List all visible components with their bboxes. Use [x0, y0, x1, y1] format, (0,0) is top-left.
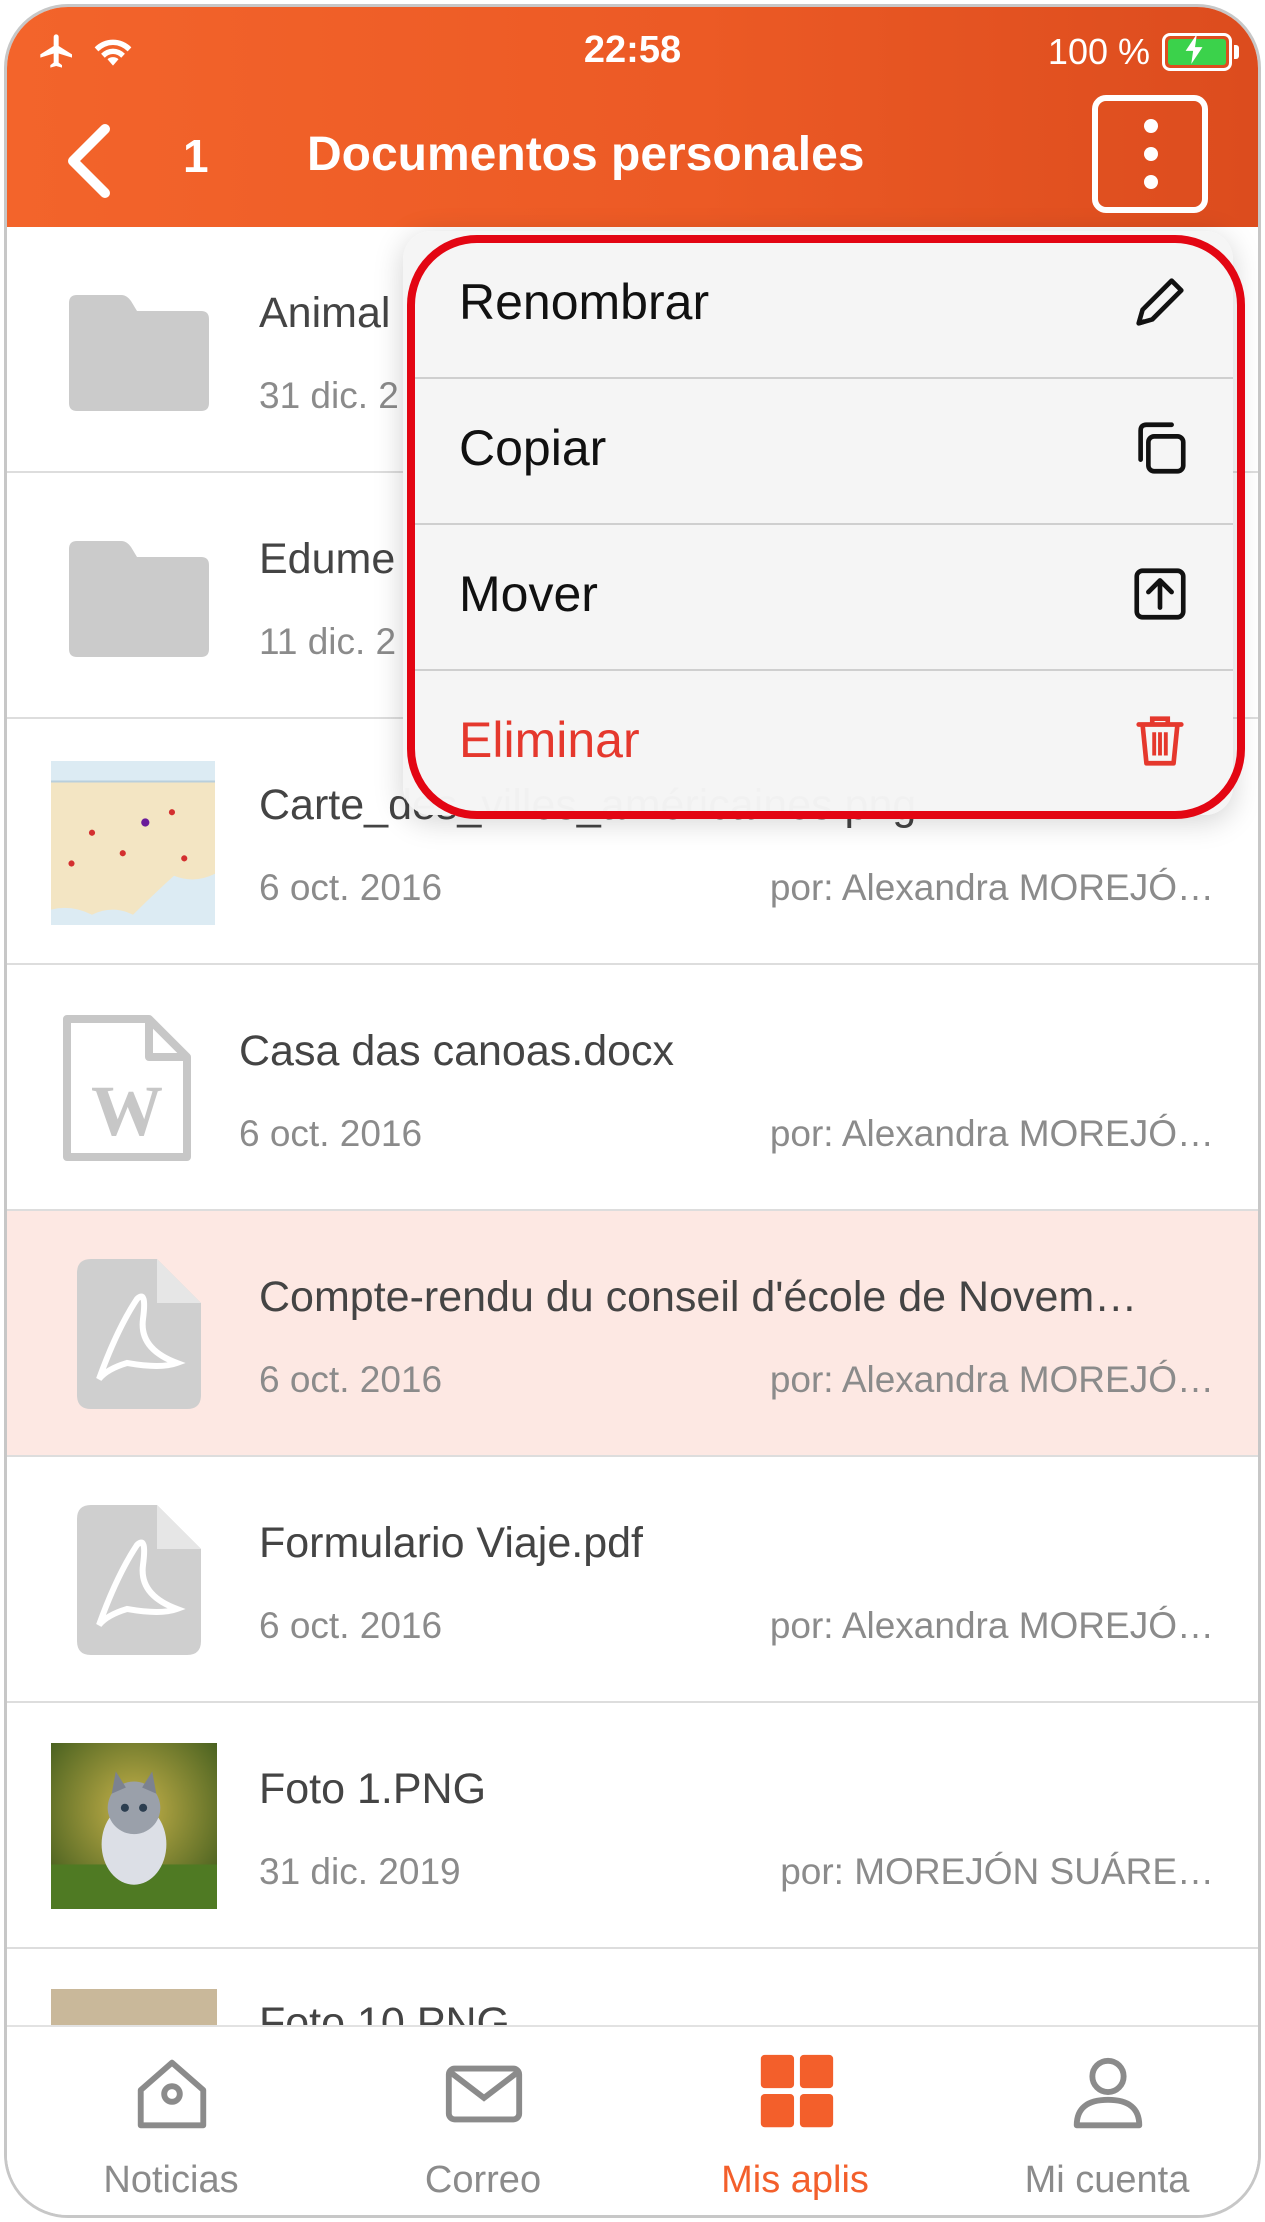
file-date: 6 oct. 2016	[259, 1359, 443, 1400]
kitten-thumbnail	[51, 1743, 217, 1909]
file-date: 6 oct. 2016	[259, 1605, 443, 1646]
file-name: Foto 1.PNG	[259, 1765, 487, 1813]
tab-account[interactable]: Mi cuenta	[951, 2027, 1258, 2215]
file-author: por: Alexandra MOREJÓ…	[769, 1113, 1214, 1154]
file-name: Edume	[259, 535, 396, 583]
file-name: Animal	[259, 289, 391, 337]
list-item-selected[interactable]: Compte-rendu du conseil d'école de Novem…	[7, 1211, 1258, 1457]
file-date: 6 oct. 2016	[259, 867, 443, 908]
folder-icon	[69, 295, 209, 411]
user-icon	[1073, 2057, 1143, 2129]
file-name: Compte-rendu du conseil d'école de Novem…	[259, 1273, 1138, 1321]
svg-text:W: W	[91, 1071, 163, 1151]
tab-account-label: Mi cuenta	[1024, 2159, 1190, 2201]
more-vertical-icon	[1144, 119, 1158, 133]
pdf-icon	[77, 1505, 201, 1655]
apps-grid-icon	[760, 2054, 834, 2128]
list-item[interactable]: W Casa das canoas.docx 6 oct. 2016 por: …	[7, 965, 1258, 1211]
file-author: por: Alexandra MOREJÓ…	[769, 867, 1214, 908]
list-item[interactable]: Foto 1.PNG 31 dic. 2019 por: MOREJÓN SUÁ…	[7, 1703, 1258, 1949]
home-icon	[137, 2059, 207, 2129]
tab-news-label: Noticias	[103, 2159, 239, 2201]
highlight-outline	[407, 235, 1245, 819]
file-author: por: MOREJÓN SUÁRE…	[780, 1851, 1214, 1892]
battery-percentage: 100 %	[1047, 31, 1150, 72]
file-date: 11 dic. 2	[259, 621, 397, 662]
page-title: Documentos personales	[307, 128, 865, 181]
photo-thumbnail	[51, 1989, 217, 2029]
back-button[interactable]	[61, 121, 121, 201]
status-bar: 22:58 100 %	[7, 25, 1258, 75]
chevron-left-icon	[68, 124, 110, 198]
file-name: Formulario Viaje.pdf	[259, 1519, 643, 1567]
tab-mail[interactable]: Correo	[327, 2027, 639, 2215]
file-date: 6 oct. 2016	[239, 1113, 423, 1154]
list-item[interactable]: Formulario Viaje.pdf 6 oct. 2016 por: Al…	[7, 1457, 1258, 1703]
file-date: 31 dic. 2019	[259, 1851, 461, 1892]
more-options-button[interactable]	[1092, 95, 1208, 213]
phone-frame: 22:58 100 % 1 Documentos personales Anim…	[4, 4, 1261, 2218]
word-document-icon: W	[63, 1015, 191, 1161]
folder-icon	[69, 541, 209, 657]
tab-apps[interactable]: Mis aplis	[639, 2027, 951, 2215]
mail-icon	[445, 2065, 523, 2123]
tab-mail-label: Correo	[424, 2159, 542, 2201]
tab-news[interactable]: Noticias	[15, 2027, 327, 2215]
navigation-bar: 1 Documentos personales	[7, 95, 1258, 225]
file-author: por: Alexandra MOREJÓ…	[769, 1605, 1214, 1646]
tab-apps-label: Mis aplis	[721, 2159, 869, 2201]
selection-count: 1	[183, 130, 209, 182]
file-date: 31 dic. 2	[259, 375, 399, 416]
file-name: Casa das canoas.docx	[239, 1027, 675, 1075]
pdf-icon	[77, 1259, 201, 1409]
battery-icon	[1162, 33, 1239, 71]
app-header: 22:58 100 % 1 Documentos personales	[7, 7, 1258, 227]
file-author: por: Alexandra MOREJÓ…	[769, 1359, 1214, 1400]
tab-bar: Noticias Correo Mis aplis Mi cuenta	[7, 2025, 1258, 2215]
map-thumbnail	[51, 761, 215, 925]
